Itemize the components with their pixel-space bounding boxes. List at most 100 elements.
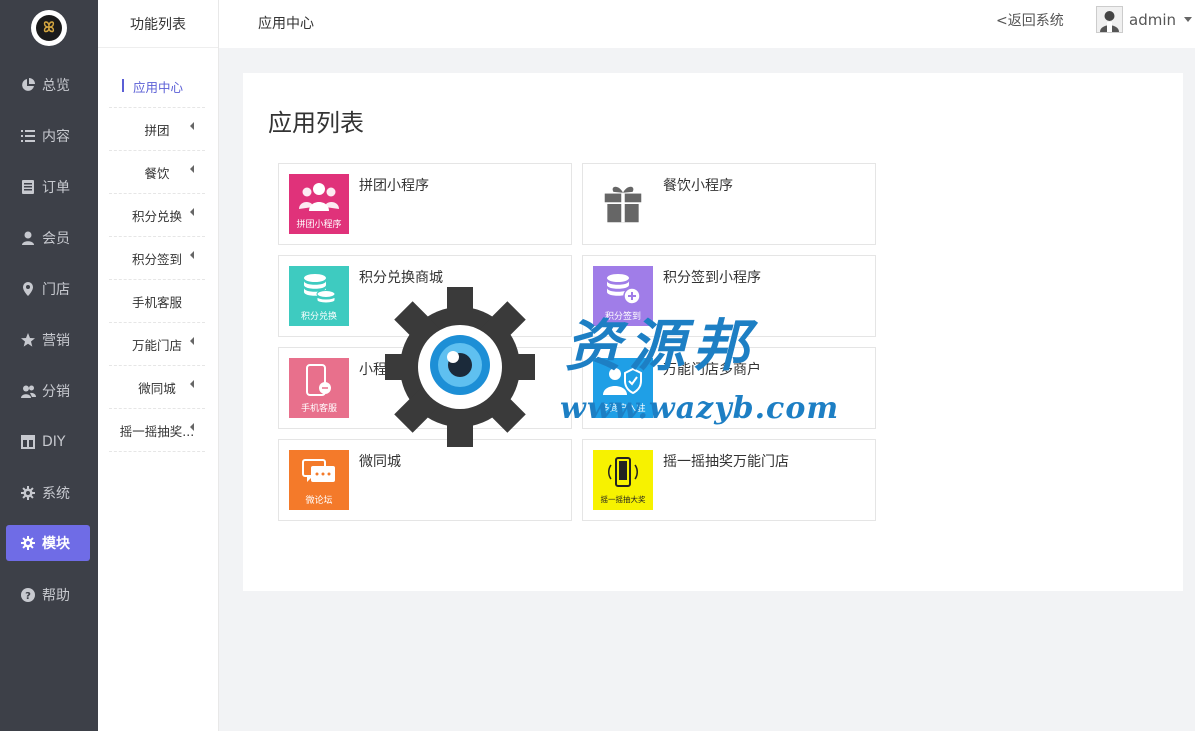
user-icon [20,230,36,246]
sidebar-item-members[interactable]: 会员 [6,220,90,256]
caret-left-icon [190,122,194,130]
app-tile-label: 多商户入驻 [600,403,646,414]
phone-chat-icon [299,363,339,399]
layout-icon [20,434,36,450]
subnav-item-points-checkin[interactable]: 积分签到 [109,237,205,280]
app-tile: 拼团小程序 [289,174,349,234]
subnav-item-label: 餐饮 [144,165,170,181]
app-name: 微同城 [359,454,401,470]
help-icon: ? [20,587,36,603]
sidebar-item-distribution[interactable]: 分销 [6,373,90,409]
subnav-item-mobile-service[interactable]: 手机客服 [109,280,205,323]
merchant-shield-icon [603,363,643,399]
subnav-item-label: 应用中心 [133,79,184,95]
sidebar-item-system[interactable]: 系统 [6,475,90,511]
app-tile-label: 手机客服 [300,403,337,414]
app-card-shake-lottery[interactable]: 摇一摇抽大奖 摇一摇抽奖万能门店 [582,439,876,521]
caret-left-icon [190,251,194,259]
app-card-multi-merchant[interactable]: 多商户入驻 万能门店多商户 [582,347,876,429]
app-name: 积分兑换商城 [359,270,443,286]
app-card-group-buy[interactable]: 拼团小程序 拼团小程序 [278,163,572,245]
app-tile: 摇一摇抽大奖 [593,450,653,510]
sidebar-item-diy[interactable]: DIY [6,424,90,460]
star-icon [20,332,36,348]
app-card-points-exchange[interactable]: 积分兑换 积分兑换商城 [278,255,572,337]
back-to-system-link[interactable]: <返回系统 [996,0,1064,40]
svg-text:?: ? [25,591,31,602]
avatar [1096,6,1123,33]
sidebar-item-content[interactable]: 内容 [6,118,90,154]
sidebar-item-label: 订单 [42,180,70,196]
subnav-item-app-center[interactable]: 应用中心 [109,65,205,108]
app-tile: 积分签到 [593,266,653,326]
map-pin-icon [20,281,36,297]
top-header: 应用中心 <返回系统 admin [219,0,1195,48]
database-plus-icon [603,271,643,307]
app-tile-label: 拼团小程序 [296,219,342,230]
username: admin [1129,10,1176,29]
subnav-item-label: 万能门店 [131,337,182,353]
subnav-item-points-exchange[interactable]: 积分兑换 [109,194,205,237]
subnav-item-label: 微同城 [138,380,176,396]
app-logo[interactable]: ꕤ [31,10,67,46]
document-icon [20,179,36,195]
subnav-item-micro-city[interactable]: 微同城 [109,366,205,409]
gift-icon [603,186,643,223]
sidebar-item-help[interactable]: ? 帮助 [6,577,90,613]
subnav-item-label: 摇一摇抽奖... [119,423,195,439]
logo-mark-icon: ꕤ [36,15,62,41]
app-tile-label: 微论坛 [305,495,333,506]
app-name: 积分签到小程序 [663,270,761,286]
sidebar-item-label: 营销 [42,333,70,349]
app-card-points-checkin[interactable]: 积分签到 积分签到小程序 [582,255,876,337]
app-name: 小程序手机客服 [359,362,457,378]
sidebar-item-marketing[interactable]: 营销 [6,322,90,358]
app-name: 万能门店多商户 [663,362,761,378]
app-list-panel: 应用列表 拼团小程序 拼团小程序 餐饮小程序 积分兑换 积分兑换商城 积分签到 … [243,73,1183,591]
subnav-item-label: 积分兑换 [131,208,182,224]
sidebar-item-label: 分销 [42,384,70,400]
app-card-micro-city[interactable]: 微论坛 微同城 [278,439,572,521]
app-tile-label: 积分签到 [604,311,641,322]
app-tile [593,174,653,234]
subnav-item-group-buy[interactable]: 拼团 [109,108,205,151]
app-card-catering[interactable]: 餐饮小程序 [582,163,876,245]
user-menu[interactable]: admin [1096,6,1192,33]
database-icon [299,271,339,307]
app-name: 拼团小程序 [359,178,429,194]
users-icon [20,383,36,399]
gear-icon [20,535,36,551]
function-list-title: 功能列表 [98,0,218,48]
subnav-item-catering[interactable]: 餐饮 [109,151,205,194]
app-tile: 手机客服 [289,358,349,418]
sidebar-item-overview[interactable]: 总览 [6,67,90,103]
sidebar-item-label: 总览 [42,78,70,94]
app-tile-label: 摇一摇抽大奖 [600,494,646,504]
sidebar-item-orders[interactable]: 订单 [6,169,90,205]
app-tile-label: 积分兑换 [300,311,337,322]
page-title: 应用中心 [258,16,314,32]
sidebar-item-label: 系统 [42,486,70,502]
caret-left-icon [190,423,194,431]
sidebar-item-stores[interactable]: 门店 [6,271,90,307]
sidebar-item-modules[interactable]: 模块 [6,525,90,561]
active-indicator [122,79,124,92]
gear-icon [20,485,36,501]
sidebar-item-label: 会员 [42,231,70,247]
caret-left-icon [190,208,194,216]
app-name: 摇一摇抽奖万能门店 [663,454,789,470]
list-icon [20,128,36,144]
subnav-item-label: 拼团 [144,122,170,138]
app-name: 餐饮小程序 [663,178,733,194]
app-tile: 多商户入驻 [593,358,653,418]
subnav-item-label: 手机客服 [131,294,182,310]
app-tile: 积分兑换 [289,266,349,326]
chat-bubbles-icon [299,455,339,491]
app-card-mobile-service[interactable]: 手机客服 小程序手机客服 [278,347,572,429]
subnav-item-universal-store[interactable]: 万能门店 [109,323,205,366]
subnav-item-shake-lottery[interactable]: 摇一摇抽奖... [109,409,205,452]
sidebar-item-label: 模块 [42,536,70,552]
shaking-phone-icon [603,456,643,492]
function-list-panel: 功能列表 应用中心 拼团 餐饮 积分兑换 积分签到 手机客服 万能门店 微同城 … [98,0,219,731]
sidebar-item-label: DIY [42,434,66,450]
